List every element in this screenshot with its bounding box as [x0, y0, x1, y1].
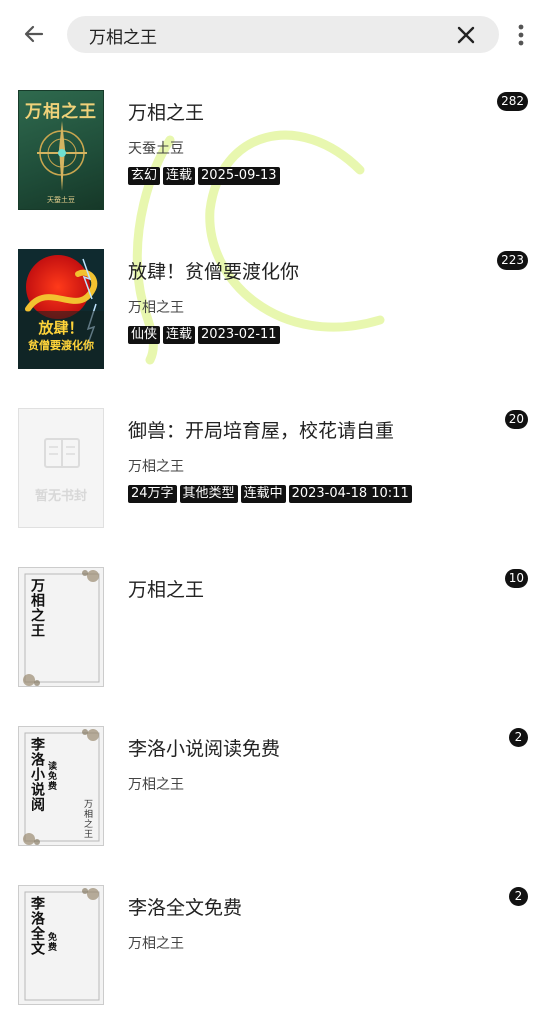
book-cover: 暂无书封 — [18, 408, 104, 528]
book-author: 天蚕土豆 — [128, 141, 184, 157]
book-item[interactable]: 万相之王 万相之王 10 — [0, 547, 542, 697]
book-item[interactable]: 万相之王 天蚕土豆 万相之王 天蚕土豆 玄幻 连载 2025-09-13 282 — [0, 70, 542, 220]
back-button[interactable] — [18, 18, 50, 50]
count-badge: 223 — [497, 251, 528, 270]
book-tags: 仙侠 连载 2023-02-11 — [128, 326, 280, 344]
tag-date: 2023-02-11 — [198, 326, 280, 344]
book-tags: 玄幻 连载 2025-09-13 — [128, 167, 280, 185]
book-title: 御兽：开局培育屋，校花请自重 — [128, 420, 395, 442]
tag-genre: 仙侠 — [128, 326, 161, 344]
tag-date: 2025-09-13 — [198, 167, 280, 185]
tag-date: 2023-04-18 10:11 — [288, 485, 412, 503]
book-title: 放肆！贫僧要渡化你 — [128, 261, 300, 283]
cover-title: 万相之王 — [29, 578, 45, 638]
book-cover: 万相之王 — [18, 567, 104, 687]
cover-subtitle: 读免费 — [46, 761, 56, 791]
book-cover: 放肆！ 贫僧要渡化你 — [18, 249, 104, 369]
book-author: 万相之王 — [128, 777, 184, 793]
top-bar — [0, 0, 542, 70]
book-tags: 24万字 其他类型 连载中 2023-04-18 10:11 — [128, 485, 412, 503]
book-title: 李洛小说阅读免费 — [128, 738, 281, 760]
count-badge: 20 — [504, 410, 528, 429]
book-item[interactable]: 李洛小说阅 读免费 万相之王 李洛小说阅读免费 万相之王 2 — [0, 706, 542, 856]
count-badge: 2 — [509, 728, 528, 747]
cover-placeholder-text: 暂无书封 — [34, 489, 87, 504]
book-author: 万相之王 — [128, 936, 184, 952]
book-title: 万相之王 — [128, 102, 205, 124]
cover-subtitle: 免费 — [46, 932, 56, 952]
book-author: 万相之王 — [128, 459, 184, 475]
more-vert-icon — [518, 24, 524, 46]
cover-emblem-image — [37, 121, 87, 191]
more-options-button[interactable] — [510, 20, 532, 50]
count-badge: 282 — [497, 92, 528, 111]
count-badge: 10 — [504, 569, 528, 588]
book-item[interactable]: 放肆！ 贫僧要渡化你 放肆！贫僧要渡化你 万相之王 仙侠 连载 2023-02-… — [0, 229, 542, 379]
cover-title-line1: 放肆！ — [38, 319, 84, 337]
cover-title: 李洛全文 — [29, 896, 45, 956]
arrow-left-icon — [24, 25, 44, 43]
close-icon — [457, 26, 475, 44]
tag-genre: 其他类型 — [179, 485, 238, 503]
search-input[interactable] — [87, 16, 451, 55]
clear-search-button[interactable] — [453, 22, 479, 48]
book-title: 李洛全文免费 — [128, 897, 243, 919]
book-cover: 万相之王 天蚕土豆 — [18, 90, 104, 210]
tag-genre: 玄幻 — [128, 167, 161, 185]
tag-status: 连载 — [163, 167, 196, 185]
cover-title-line2: 贫僧要渡化你 — [28, 339, 94, 352]
tag-status: 连载中 — [240, 485, 286, 503]
book-cover: 李洛全文 免费 — [18, 885, 104, 1005]
book-cover: 李洛小说阅 读免费 万相之王 — [18, 726, 104, 846]
book-item[interactable]: 暂无书封 御兽：开局培育屋，校花请自重 万相之王 24万字 其他类型 连载中 2… — [0, 388, 542, 538]
book-author: 万相之王 — [128, 300, 184, 316]
book-item[interactable]: 李洛全文 免费 李洛全文免费 万相之王 2 — [0, 865, 542, 1015]
cover-author: 万相之王 — [82, 799, 92, 839]
book-placeholder-icon — [44, 438, 80, 468]
tag-word-count: 24万字 — [128, 485, 177, 503]
search-box — [67, 16, 499, 55]
book-title: 万相之王 — [128, 579, 205, 601]
cover-author: 天蚕土豆 — [47, 196, 75, 204]
cover-title: 李洛小说阅 — [29, 737, 45, 812]
tag-status: 连载 — [163, 326, 196, 344]
count-badge: 2 — [509, 887, 528, 906]
